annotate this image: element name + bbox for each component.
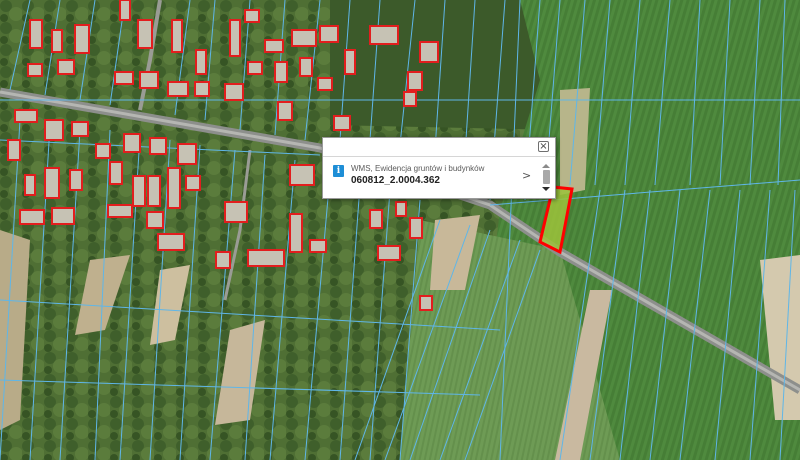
layer-name: WMS, Ewidencja gruntów i budynków [351, 164, 485, 173]
scroll-thumb[interactable] [543, 170, 550, 184]
parcel-id: 060812_2.0004.362 [351, 175, 440, 186]
chevron-right-icon[interactable]: > [522, 169, 531, 182]
orthophoto-map[interactable] [0, 0, 800, 460]
popup-titlebar: × [323, 138, 555, 157]
scroll-up-icon[interactable] [542, 164, 550, 168]
bare-soil-strip [560, 88, 590, 195]
close-icon[interactable]: × [538, 141, 549, 152]
feature-info-popup: × i WMS, Ewidencja gruntów i budynków 06… [322, 137, 556, 199]
info-icon: i [333, 165, 344, 177]
scroll-down-icon[interactable] [542, 187, 550, 191]
popup-scrollbar[interactable] [541, 157, 552, 198]
